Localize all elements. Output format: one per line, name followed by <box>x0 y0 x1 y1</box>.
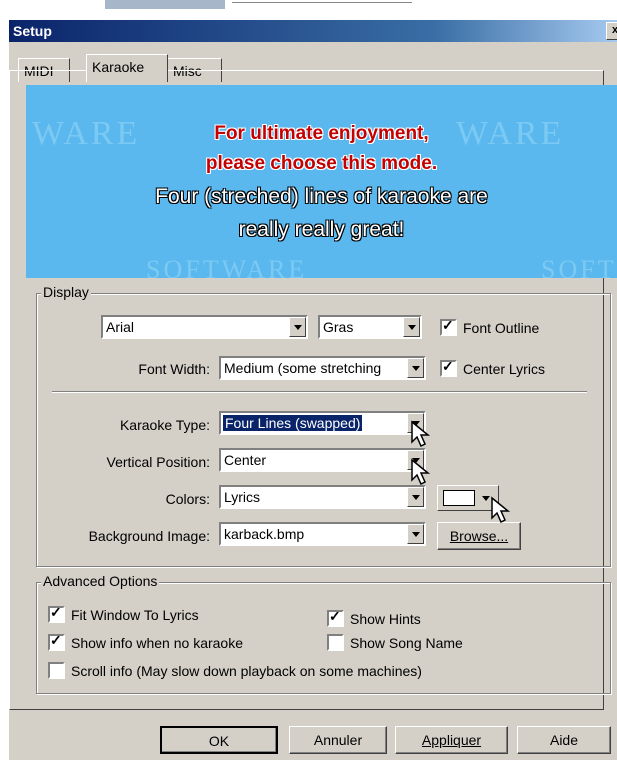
ok-button[interactable]: OK <box>160 726 278 754</box>
mouse-cursor-icon <box>411 420 431 448</box>
show-song-name-label: Show Song Name <box>350 635 463 651</box>
chevron-down-icon[interactable] <box>403 317 420 337</box>
font-width-value: Medium (some stretching <box>224 360 382 376</box>
checkbox-unchecked-icon[interactable] <box>327 634 344 651</box>
font-name-value: Arial <box>106 319 135 335</box>
banner-line-4: really really great! <box>238 218 405 241</box>
tab-karaoke[interactable]: Karaoke <box>86 54 168 82</box>
background-image-select[interactable]: karback.bmp <box>219 522 426 546</box>
background-window-fragment <box>105 0 225 9</box>
font-outline-label: Font Outline <box>463 320 540 336</box>
banner-line-3: Four (streched) lines of karaoke are <box>155 185 488 208</box>
chevron-down-icon[interactable] <box>407 524 424 544</box>
checkbox-unchecked-icon[interactable] <box>48 662 65 679</box>
center-lyrics-checkbox[interactable]: Center Lyrics <box>440 358 545 377</box>
font-width-select[interactable]: Medium (some stretching <box>219 356 426 380</box>
colors-label: Colors: <box>165 491 210 507</box>
close-icon[interactable]: x <box>606 22 617 40</box>
karaoke-type-value: Four Lines (swapped) <box>221 414 364 432</box>
help-button[interactable]: Aide <box>517 726 611 754</box>
colors-value: Lyrics <box>224 489 261 505</box>
karaoke-preview-banner: WARE WARE SOFTWARE SOFT For ultimate enj… <box>26 85 617 278</box>
font-width-label: Font Width: <box>138 361 210 377</box>
window-title: Setup <box>13 23 52 39</box>
font-style-value: Gras <box>323 319 354 335</box>
display-group-label: Display <box>41 284 91 300</box>
fit-window-label: Fit Window To Lyrics <box>71 607 199 623</box>
vertical-position-value: Center <box>224 452 267 468</box>
background-window-strip <box>0 0 617 20</box>
font-style-select[interactable]: Gras <box>318 315 422 339</box>
banner-line-2: please choose this mode. <box>205 153 438 174</box>
vertical-position-label: Vertical Position: <box>106 454 211 470</box>
show-info-checkbox[interactable]: Show info when no karaoke <box>48 632 243 651</box>
font-outline-checkbox[interactable]: Font Outline <box>440 317 540 336</box>
browse-button[interactable]: Browse... <box>437 522 521 550</box>
show-song-name-checkbox[interactable]: Show Song Name <box>327 634 463 651</box>
fit-window-checkbox[interactable]: Fit Window To Lyrics <box>48 604 199 623</box>
checkbox-checked-icon[interactable] <box>327 608 344 627</box>
chevron-down-icon <box>482 496 490 501</box>
mouse-cursor-icon <box>491 496 511 524</box>
checkbox-checked-icon[interactable] <box>440 317 457 336</box>
show-hints-checkbox[interactable]: Show Hints <box>327 608 421 627</box>
watermark-text: SOFTWARE <box>146 255 308 278</box>
background-image-value: karback.bmp <box>224 526 305 542</box>
checkbox-checked-icon[interactable] <box>48 604 65 623</box>
vertical-position-select[interactable]: Center <box>219 448 426 472</box>
chevron-down-icon[interactable] <box>289 317 306 337</box>
scroll-info-checkbox[interactable]: Scroll info (May slow down playback on s… <box>48 662 422 679</box>
chevron-down-icon[interactable] <box>407 487 424 507</box>
separator <box>52 391 587 393</box>
advanced-options-label: Advanced Options <box>41 573 160 589</box>
font-name-select[interactable]: Arial <box>101 315 308 339</box>
show-info-label: Show info when no karaoke <box>71 635 243 651</box>
chevron-down-icon[interactable] <box>407 358 424 378</box>
colors-select[interactable]: Lyrics <box>219 485 426 509</box>
color-swatch <box>443 490 475 506</box>
title-bar[interactable]: Setup x <box>9 20 617 42</box>
show-hints-label: Show Hints <box>350 611 421 627</box>
mouse-cursor-icon <box>411 458 431 486</box>
checkbox-checked-icon[interactable] <box>48 632 65 651</box>
karaoke-type-label: Karaoke Type: <box>119 417 210 433</box>
watermark-text: SOFT <box>541 255 617 278</box>
banner-line-1: For ultimate enjoyment, <box>214 123 429 144</box>
checkbox-checked-icon[interactable] <box>440 358 457 377</box>
karaoke-type-select[interactable]: Four Lines (swapped) <box>219 411 426 435</box>
background-image-label: Background Image: <box>88 528 210 544</box>
background-window-fragment <box>232 2 412 8</box>
cancel-button[interactable]: Annuler <box>289 726 387 754</box>
center-lyrics-label: Center Lyrics <box>463 361 545 377</box>
apply-button[interactable]: Appliquer <box>395 726 508 754</box>
scroll-info-label: Scroll info (May slow down playback on s… <box>71 663 422 679</box>
